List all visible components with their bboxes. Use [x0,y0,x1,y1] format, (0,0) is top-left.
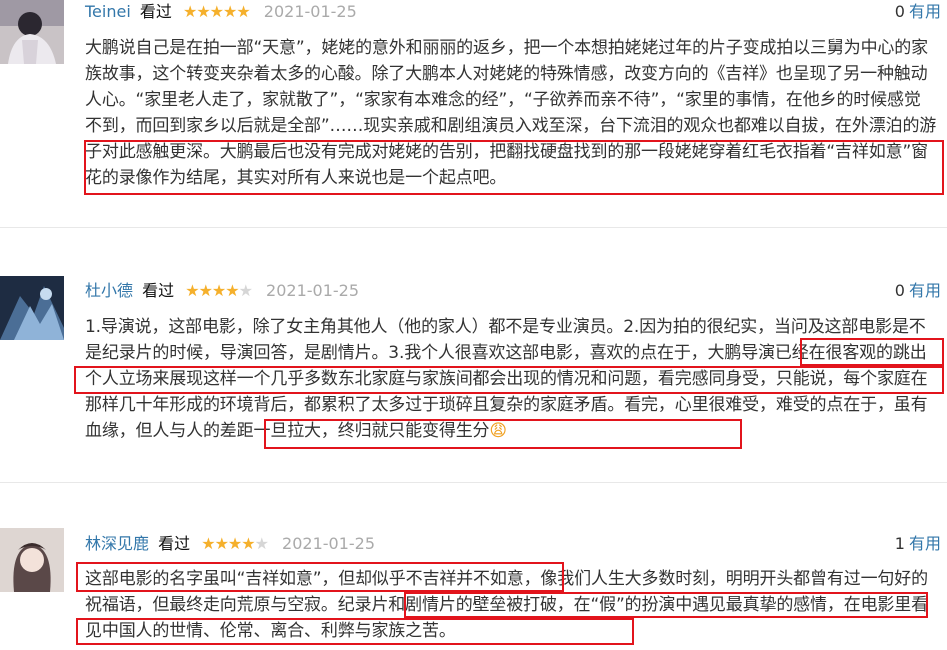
review-header: Teinei 看过 ★★★★★ 2021-01-25 [85,0,357,24]
review-text: 这部电影的名字虽叫“吉祥如意”，但却似乎不吉祥并不如意，像我们人生大多数时刻，明… [85,569,928,641]
useful-vote[interactable]: 0 有用 [895,279,941,303]
username-link[interactable]: 杜小德 [85,281,133,300]
avatar[interactable] [0,276,64,340]
star-icon: ★★★★ [185,281,239,300]
useful-count: 0 [894,2,905,21]
watch-status: 看过 [142,281,175,300]
rating-stars: ★★★★★ [201,534,272,553]
star-empty-icon: ★ [254,534,269,553]
useful-count: 1 [894,534,905,553]
divider [0,227,947,228]
useful-vote[interactable]: 1 有用 [895,532,941,556]
useful-count: 0 [894,281,905,300]
useful-button[interactable]: 有用 [909,2,941,21]
star-icon: ★★★★ [201,534,255,553]
tired-face-icon: 😩 [489,421,507,441]
review-header: 林深见鹿 看过 ★★★★★ 2021-01-25 [85,532,375,556]
useful-button[interactable]: 有用 [909,534,941,553]
rating-stars: ★★★★★ [183,2,254,21]
useful-vote[interactable]: 0 有用 [895,0,941,24]
review-date: 2021-01-25 [282,534,376,553]
review-date: 2021-01-25 [263,2,357,21]
useful-button[interactable]: 有用 [909,281,941,300]
review-header: 杜小德 看过 ★★★★★ 2021-01-25 [85,279,359,303]
username-link[interactable]: 林深见鹿 [85,534,149,553]
watch-status: 看过 [158,534,191,553]
username-link[interactable]: Teinei [85,2,131,21]
star-icon: ★★★★★ [182,2,251,21]
divider [0,482,947,483]
review-date: 2021-01-25 [266,281,360,300]
watch-status: 看过 [139,2,172,21]
review-text: 1.导演说，这部电影，除了女主角其他人（他的家人）都不是专业演员。2.因为拍的很… [85,314,937,444]
star-empty-icon: ★ [238,281,253,300]
rating-stars: ★★★★★ [185,281,256,300]
review-text: 大鹏说自己是在拍一部“天意”，姥姥的意外和丽丽的返乡，把一个本想拍姥姥过年的片子… [85,38,937,188]
avatar[interactable] [0,0,64,64]
avatar[interactable] [0,528,64,592]
